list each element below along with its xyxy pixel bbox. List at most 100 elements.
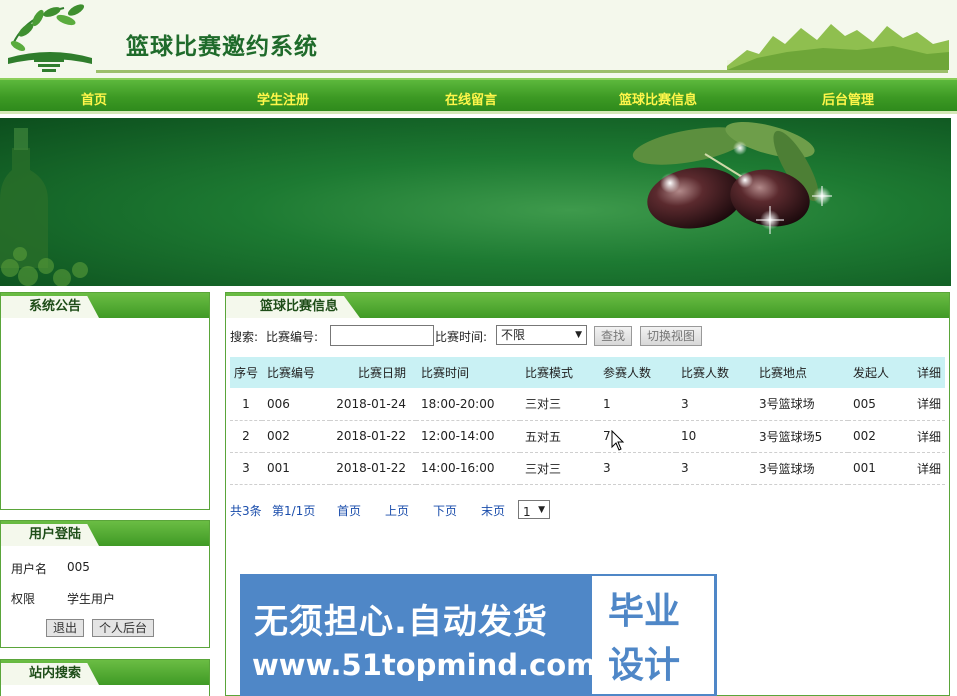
- table-row: 3 001 2018-01-22 14:00-16:00 三对三 3 3 3号篮…: [230, 452, 945, 485]
- detail-link[interactable]: 详细: [912, 388, 945, 421]
- cell-seq: 3: [230, 452, 262, 485]
- col-header-location: 比赛地点: [754, 357, 848, 388]
- detail-link[interactable]: 详细: [912, 452, 945, 485]
- role-label: 权限: [11, 592, 36, 606]
- ad-url: www.51topmind.com: [252, 648, 597, 682]
- cell-match-mode: 三对三: [520, 388, 598, 421]
- notice-panel-header: 系统公告: [1, 293, 209, 318]
- switch-view-button[interactable]: 切换视图: [640, 326, 703, 346]
- dropdown-arrow-icon: ▼: [575, 330, 582, 340]
- col-header-match-no: 比赛编号: [262, 357, 330, 388]
- col-header-match-date: 比赛日期: [330, 357, 416, 388]
- pager-first-link[interactable]: 首页: [337, 502, 361, 519]
- cell-match-players: 10: [676, 420, 754, 453]
- cell-match-no: 006: [262, 388, 330, 421]
- site-title: 篮球比赛邀约系统: [126, 33, 318, 60]
- nav-message-board[interactable]: 在线留言: [445, 89, 497, 108]
- cell-initiator: 005: [848, 388, 912, 421]
- col-header-seq: 序号: [230, 357, 262, 388]
- nav-admin[interactable]: 后台管理: [822, 89, 874, 108]
- ad-badge-line1: 毕业: [608, 591, 681, 632]
- cell-match-time: 14:00-16:00: [416, 452, 520, 485]
- col-header-initiator: 发起人: [848, 357, 912, 388]
- match-table: 序号 比赛编号 比赛日期 比赛时间 比赛模式 参赛人数 比赛人数 比赛地点 发起…: [230, 357, 945, 485]
- login-panel-title: 用户登陆: [1, 524, 100, 546]
- site-search-panel: 站内搜索: [0, 659, 210, 696]
- hills-decoration-icon: [727, 24, 949, 70]
- match-info-panel-title: 篮球比赛信息: [226, 296, 361, 318]
- pager-prev-link[interactable]: 上页: [385, 502, 409, 519]
- login-panel-header: 用户登陆: [1, 521, 209, 546]
- table-row: 1 006 2018-01-24 18:00-20:00 三对三 1 3 3号篮…: [230, 388, 945, 421]
- nav-student-register[interactable]: 学生注册: [257, 89, 309, 108]
- match-time-select[interactable]: 不限 ▼: [496, 325, 587, 345]
- cell-location: 3号篮球场: [754, 452, 848, 485]
- cell-location: 3号篮球场: [754, 388, 848, 421]
- login-panel: 用户登陆 用户名 005 权限 学生用户 退出 个人后台: [0, 520, 210, 648]
- pagination: 共3条 第1/1页 首页 上页 下页 末页 1 ▼: [230, 500, 945, 520]
- cell-participants: 1: [598, 388, 676, 421]
- col-header-match-players: 比赛人数: [676, 357, 754, 388]
- nav-match-info[interactable]: 篮球比赛信息: [619, 89, 697, 108]
- notice-panel: 系统公告: [0, 292, 210, 510]
- personal-backend-button[interactable]: 个人后台: [92, 619, 155, 637]
- page-select-value: 1: [523, 505, 531, 519]
- pager-next-link[interactable]: 下页: [433, 502, 457, 519]
- search-label: 搜索:: [230, 330, 259, 344]
- detail-link[interactable]: 详细: [912, 420, 945, 453]
- mouse-cursor-icon: [611, 430, 625, 451]
- table-header-row: 序号 比赛编号 比赛日期 比赛时间 比赛模式 参赛人数 比赛人数 比赛地点 发起…: [230, 357, 945, 388]
- cell-match-players: 3: [676, 388, 754, 421]
- site-search-panel-header: 站内搜索: [1, 660, 209, 685]
- cell-match-date: 2018-01-22: [330, 420, 416, 453]
- cell-match-players: 3: [676, 452, 754, 485]
- col-header-participants: 参赛人数: [598, 357, 676, 388]
- dropdown-arrow-icon: ▼: [538, 505, 545, 515]
- cell-match-date: 2018-01-24: [330, 388, 416, 421]
- cell-location: 3号篮球场5: [754, 420, 848, 453]
- cell-initiator: 001: [848, 452, 912, 485]
- cell-match-no: 001: [262, 452, 330, 485]
- logout-button[interactable]: 退出: [46, 619, 85, 637]
- cell-seq: 1: [230, 388, 262, 421]
- match-info-panel-header: 篮球比赛信息: [226, 293, 949, 318]
- username-label: 用户名: [11, 562, 48, 576]
- pager-total: 共3条: [230, 504, 262, 518]
- col-header-match-mode: 比赛模式: [520, 357, 598, 388]
- match-no-label: 比赛编号:: [266, 330, 319, 344]
- search-bar: 搜索: 比赛编号: 比赛时间: 不限 ▼ 查找 切换视图: [230, 325, 945, 347]
- match-no-input[interactable]: [330, 325, 434, 346]
- match-time-label: 比赛时间:: [435, 330, 488, 344]
- username-value: 005: [67, 560, 90, 574]
- ad-badge: 毕业 设计: [592, 576, 714, 694]
- olive-branch-logo-icon: [8, 4, 92, 72]
- ad-headline: 无须担心.自动发货: [254, 602, 548, 642]
- cell-match-date: 2018-01-22: [330, 452, 416, 485]
- nav-home[interactable]: 首页: [81, 89, 107, 108]
- cell-participants: 7: [598, 420, 676, 453]
- notice-panel-title: 系统公告: [1, 296, 100, 318]
- header-divider: [96, 70, 948, 73]
- ad-banner[interactable]: 无须担心.自动发货 www.51topmind.com 毕业 设计: [240, 574, 717, 696]
- table-row: 2 002 2018-01-22 12:00-14:00 五对五 7 10 3号…: [230, 420, 945, 453]
- main-nav: 首页 学生注册 在线留言 篮球比赛信息 后台管理: [0, 78, 957, 114]
- cell-match-time: 12:00-14:00: [416, 420, 520, 453]
- pager-last-link[interactable]: 末页: [481, 502, 505, 519]
- col-header-detail: 详细: [912, 357, 945, 388]
- ad-badge-line2: 设计: [608, 645, 681, 686]
- cell-match-mode: 三对三: [520, 452, 598, 485]
- col-header-match-time: 比赛时间: [416, 357, 520, 388]
- olive-banner-image: [0, 121, 832, 286]
- site-header: 篮球比赛邀约系统: [0, 0, 957, 78]
- hero-banner: [0, 118, 951, 286]
- cell-match-mode: 五对五: [520, 420, 598, 453]
- cell-match-time: 18:00-20:00: [416, 388, 520, 421]
- site-search-panel-title: 站内搜索: [1, 663, 100, 685]
- cell-match-no: 002: [262, 420, 330, 453]
- pager-page-info: 第1/1页: [272, 504, 316, 518]
- find-button[interactable]: 查找: [594, 326, 633, 346]
- cell-participants: 3: [598, 452, 676, 485]
- page-select[interactable]: 1 ▼: [518, 500, 550, 519]
- cell-initiator: 002: [848, 420, 912, 453]
- cell-seq: 2: [230, 420, 262, 453]
